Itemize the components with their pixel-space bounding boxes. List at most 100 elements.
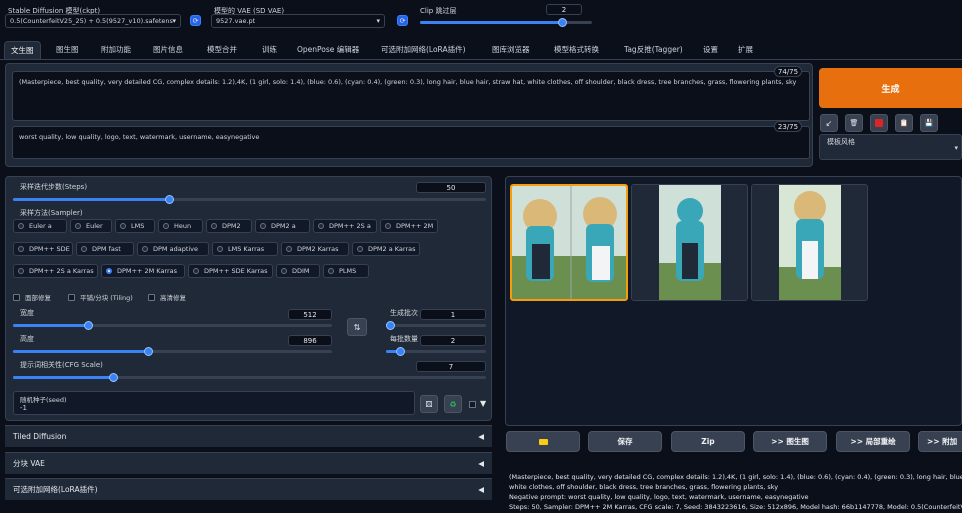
- steps-slider-fill: [13, 198, 170, 201]
- width-input[interactable]: 512: [288, 309, 332, 320]
- cfg-input[interactable]: 7: [416, 361, 486, 372]
- sampler-option[interactable]: PLMS: [323, 264, 369, 278]
- extra-seed-checkbox[interactable]: [469, 401, 476, 408]
- cfg-slider-fill: [13, 376, 113, 379]
- apply-style-button[interactable]: 📋: [895, 114, 913, 132]
- clear-prompt-button[interactable]: 🗑: [845, 114, 863, 132]
- sampler-option[interactable]: DPM2 Karras: [281, 242, 349, 256]
- sampler-option[interactable]: DPM++ 2S a Karras: [13, 264, 98, 278]
- steps-slider[interactable]: [13, 195, 486, 204]
- sampler-option[interactable]: DPM adaptive: [137, 242, 209, 256]
- read-params-button[interactable]: ↙: [820, 114, 838, 132]
- batch-size-label: 每批数量: [390, 335, 418, 343]
- random-seed-button[interactable]: ⚄: [420, 395, 438, 413]
- vae-select[interactable]: 9527.vae.pt ▾: [211, 14, 385, 28]
- tab-openpose[interactable]: OpenPose 编辑器: [297, 41, 359, 59]
- height-input[interactable]: 896: [288, 335, 332, 346]
- positive-prompt-input[interactable]: (Masterpiece, best quality, very detaile…: [12, 71, 810, 121]
- generate-button[interactable]: 生成: [819, 68, 962, 108]
- tab-additional-networks[interactable]: 可选附加网络(LoRA插件): [381, 41, 466, 59]
- tab-checkpoint-merger[interactable]: 模型合并: [207, 41, 237, 59]
- height-slider-knob[interactable]: [144, 347, 153, 356]
- send-to-extras-button[interactable]: >> 附加: [918, 431, 962, 452]
- generate-label: 生成: [881, 84, 900, 95]
- batch-size-slider[interactable]: [386, 347, 486, 356]
- tab-png-info[interactable]: 图片信息: [153, 41, 183, 59]
- tiling-checkbox[interactable]: 平铺/分块 (Tiling): [68, 292, 133, 302]
- sampler-option[interactable]: Heun: [158, 219, 203, 233]
- positive-prompt-text: (Masterpiece, best quality, very detaile…: [19, 78, 797, 86]
- checkbox-box: [68, 293, 75, 301]
- tab-tagger[interactable]: Tag反推(Tagger): [624, 41, 683, 59]
- gallery-thumb-2[interactable]: [751, 184, 868, 301]
- width-slider[interactable]: [13, 321, 332, 330]
- zip-button[interactable]: Zip: [671, 431, 745, 452]
- accordion-tiled-vae[interactable]: 分块 VAE ◀: [5, 452, 492, 474]
- sampler-option[interactable]: DDIM: [276, 264, 320, 278]
- refresh-vae-button[interactable]: ⟳: [397, 15, 408, 26]
- steps-input[interactable]: 50: [416, 182, 486, 193]
- tab-underline: [0, 59, 962, 60]
- extra-networks-button[interactable]: [870, 114, 888, 132]
- vae-value: 9527.vae.pt: [216, 17, 256, 25]
- tab-image-browser[interactable]: 图库浏览器: [492, 41, 530, 59]
- gallery-thumb-grid[interactable]: [510, 184, 628, 301]
- chevron-down-icon[interactable]: ▼: [480, 399, 486, 408]
- sampler-option[interactable]: LMS: [115, 219, 155, 233]
- tab-settings[interactable]: 设置: [703, 41, 718, 59]
- sampler-option[interactable]: DPM++ SDE: [13, 242, 73, 256]
- hires-fix-checkbox[interactable]: 高清修复: [148, 292, 186, 302]
- batch-size-input[interactable]: 2: [420, 335, 486, 346]
- sampler-option[interactable]: DPM++ SDE Karras: [188, 264, 273, 278]
- batch-count-slider[interactable]: [386, 321, 486, 330]
- swap-dimensions-button[interactable]: ⇅: [347, 318, 367, 336]
- steps-slider-knob[interactable]: [165, 195, 174, 204]
- sampler-option[interactable]: DPM2: [206, 219, 252, 233]
- refresh-ckpt-button[interactable]: ⟳: [190, 15, 201, 26]
- style-select[interactable]: 模板风格 ▾: [819, 134, 962, 160]
- clip-slider-knob[interactable]: [558, 18, 567, 27]
- sampler-option[interactable]: DPM++ 2M: [380, 219, 438, 233]
- tab-extensions[interactable]: 扩展: [738, 41, 753, 59]
- gallery-thumb-1[interactable]: [631, 184, 748, 301]
- sampler-option[interactable]: LMS Karras: [212, 242, 278, 256]
- send-to-img2img-button[interactable]: >> 图生图: [753, 431, 827, 452]
- batch-size-slider-knob[interactable]: [396, 347, 405, 356]
- checkbox-box: [13, 293, 20, 301]
- accordion-additional-networks[interactable]: 可选附加网络(LoRA插件) ◀: [5, 478, 492, 500]
- cfg-slider[interactable]: [13, 373, 486, 382]
- sampler-option[interactable]: DPM2 a Karras: [352, 242, 420, 256]
- batch-count-slider-knob[interactable]: [386, 321, 395, 330]
- sampler-option[interactable]: DPM fast: [76, 242, 134, 256]
- arrow-icon: ↙: [825, 118, 833, 128]
- save-button[interactable]: 保存: [588, 431, 662, 452]
- sampler-option[interactable]: Euler a: [13, 219, 67, 233]
- cfg-slider-knob[interactable]: [109, 373, 118, 382]
- width-slider-knob[interactable]: [84, 321, 93, 330]
- sampler-option[interactable]: Euler: [70, 219, 112, 233]
- clip-slider-fill: [420, 21, 563, 24]
- sampler-option[interactable]: DPM++ 2S a: [313, 219, 377, 233]
- ckpt-select[interactable]: 0.5(CounterfeitV25_25) + 0.5(9527_v10).s…: [5, 14, 181, 28]
- seed-field[interactable]: 随机种子(seed) -1: [13, 391, 415, 415]
- height-slider[interactable]: [13, 347, 332, 356]
- batch-count-input[interactable]: 1: [420, 309, 486, 320]
- tab-model-converter[interactable]: 模型格式转换: [554, 41, 599, 59]
- open-folder-button[interactable]: [506, 431, 580, 452]
- send-to-inpaint-button[interactable]: >> 局部重绘: [836, 431, 910, 452]
- tab-img2img[interactable]: 图生图: [56, 41, 79, 59]
- tab-txt2img[interactable]: 文生图: [4, 41, 41, 59]
- tab-extras[interactable]: 附加功能: [101, 41, 131, 59]
- tab-train[interactable]: 训练: [262, 41, 277, 59]
- accordion-tiled-diffusion[interactable]: Tiled Diffusion ◀: [5, 425, 492, 447]
- negative-prompt-input[interactable]: worst quality, low quality, logo, text, …: [12, 126, 810, 159]
- save-style-button[interactable]: 💾: [920, 114, 938, 132]
- swap-icon: ⇅: [353, 322, 361, 332]
- reuse-seed-button[interactable]: ♻: [444, 395, 462, 413]
- sampler-option-selected[interactable]: DPM++ 2M Karras: [101, 264, 185, 278]
- restore-faces-checkbox[interactable]: 面部修复: [13, 292, 51, 302]
- sampler-option[interactable]: DPM2 a: [255, 219, 310, 233]
- clip-value-input[interactable]: 2: [546, 4, 582, 15]
- clip-slider[interactable]: [420, 18, 592, 27]
- radio-dot: [120, 223, 126, 229]
